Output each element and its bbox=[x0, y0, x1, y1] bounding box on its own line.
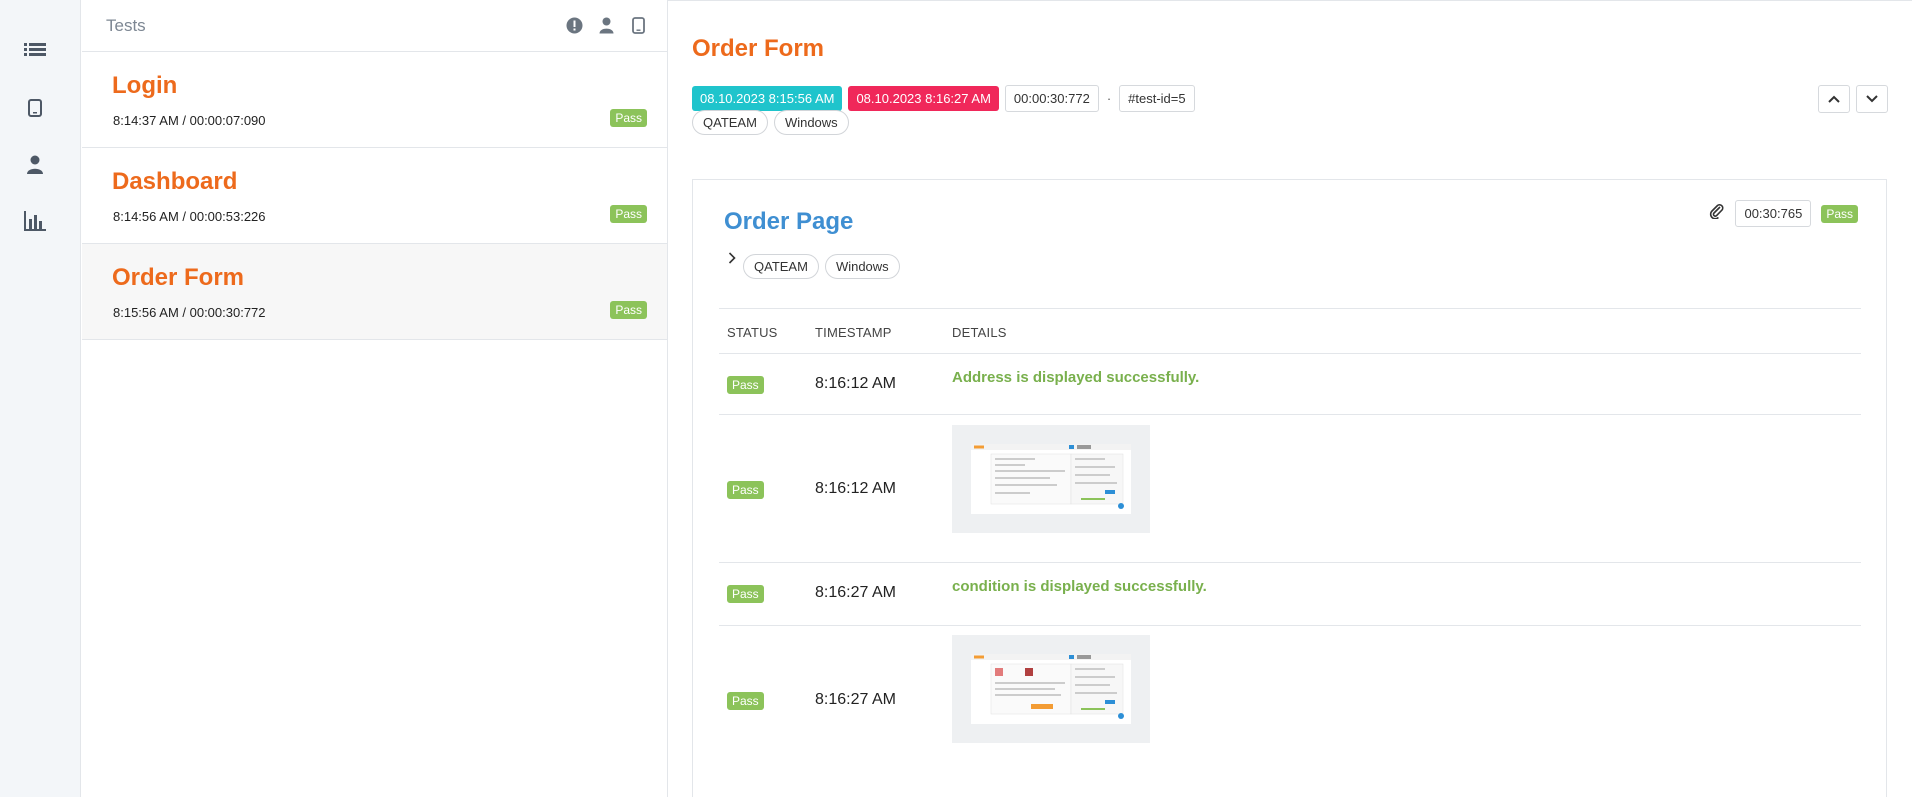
node-tags: QATEAM Windows bbox=[743, 254, 900, 279]
report-app: Tests Login 8:14:37 AM / 00:00:07:090 Pa… bbox=[0, 0, 1912, 797]
filter-icons bbox=[565, 16, 647, 34]
node-status-badge: Pass bbox=[1821, 204, 1858, 223]
status-column-header: STATUS bbox=[727, 325, 778, 340]
start-time-badge: 08.10.2023 8:15:56 AM bbox=[692, 86, 843, 111]
chevron-right-icon[interactable] bbox=[724, 250, 740, 266]
test-meta: 8:14:37 AM / 00:00:07:090 bbox=[113, 113, 266, 128]
node-title: Order Page bbox=[724, 208, 854, 235]
test-info-chips: 08.10.2023 8:15:56 AM 08.10.2023 8:16:27… bbox=[692, 85, 1195, 112]
test-navigation bbox=[1818, 85, 1888, 113]
test-title: Order Form bbox=[692, 35, 825, 62]
log-row: Pass 8:16:12 AM bbox=[719, 415, 1861, 563]
test-item-login[interactable]: Login 8:14:37 AM / 00:00:07:090 Pass bbox=[82, 52, 667, 148]
test-id-badge: #test-id=5 bbox=[1119, 85, 1195, 112]
test-name: Order Form bbox=[112, 264, 245, 291]
chevron-up-icon bbox=[1828, 95, 1840, 103]
separator-dot: · bbox=[1106, 91, 1112, 106]
chevron-down-icon bbox=[1866, 95, 1878, 103]
log-row: Pass 8:16:12 AM Address is displayed suc… bbox=[719, 354, 1861, 415]
nav-rail bbox=[0, 0, 81, 797]
status-badge: Pass bbox=[727, 692, 764, 710]
log-table-header: STATUS TIMESTAMP DETAILS bbox=[719, 308, 1861, 354]
log-timestamp: 8:16:27 AM bbox=[815, 691, 896, 708]
duration-badge: 00:00:30:772 bbox=[1004, 85, 1099, 112]
test-item-order-form[interactable]: Order Form 8:15:56 AM / 00:00:30:772 Pas… bbox=[82, 244, 667, 340]
bar-chart-icon[interactable] bbox=[22, 208, 48, 234]
timestamp-column-header: TIMESTAMP bbox=[815, 325, 892, 340]
log-details: Address is displayed successfully. bbox=[952, 369, 1200, 386]
log-timestamp: 8:16:27 AM bbox=[815, 584, 896, 601]
test-list-title: Tests bbox=[106, 16, 146, 35]
tag-chip[interactable]: Windows bbox=[824, 254, 900, 279]
exclamation-circle-icon[interactable] bbox=[565, 16, 583, 34]
test-meta: 8:14:56 AM / 00:00:53:226 bbox=[113, 209, 266, 224]
log-row: Pass 8:16:27 AM bbox=[719, 626, 1861, 774]
status-badge: Pass bbox=[610, 205, 647, 223]
previous-test-button[interactable] bbox=[1818, 85, 1850, 113]
node-meta: 00:30:765 Pass bbox=[1709, 200, 1858, 227]
test-tags: QATEAM Windows bbox=[692, 110, 849, 135]
test-item-dashboard[interactable]: Dashboard 8:14:56 AM / 00:00:53:226 Pass bbox=[82, 148, 667, 244]
log-timestamp: 8:16:12 AM bbox=[815, 480, 896, 497]
screenshot-thumbnail[interactable] bbox=[952, 425, 1150, 533]
tag-chip[interactable]: QATEAM bbox=[692, 110, 768, 135]
user-icon[interactable] bbox=[22, 152, 48, 178]
user-icon[interactable] bbox=[597, 16, 615, 34]
end-time-badge: 08.10.2023 8:16:27 AM bbox=[848, 86, 999, 111]
status-badge: Pass bbox=[610, 109, 647, 127]
test-list-header: Tests bbox=[82, 0, 667, 52]
test-meta: 8:15:56 AM / 00:00:30:772 bbox=[113, 305, 266, 320]
status-badge: Pass bbox=[727, 585, 764, 603]
tag-chip[interactable]: QATEAM bbox=[743, 254, 819, 279]
log-timestamp: 8:16:12 AM bbox=[815, 375, 896, 392]
test-name: Login bbox=[112, 72, 178, 99]
test-node-card: Order Page 00:30:765 Pass QATEAM Windows… bbox=[692, 179, 1887, 797]
node-duration-badge: 00:30:765 bbox=[1735, 200, 1812, 227]
details-column-header: DETAILS bbox=[952, 325, 1007, 340]
list-icon[interactable] bbox=[22, 38, 48, 64]
next-test-button[interactable] bbox=[1856, 85, 1888, 113]
status-badge: Pass bbox=[727, 481, 764, 499]
status-badge: Pass bbox=[610, 301, 647, 319]
test-detail-panel: Order Form 08.10.2023 8:15:56 AM 08.10.2… bbox=[668, 0, 1912, 797]
test-name: Dashboard bbox=[112, 168, 238, 195]
test-list-panel: Tests Login 8:14:37 AM / 00:00:07:090 Pa… bbox=[82, 0, 668, 797]
status-badge: Pass bbox=[727, 376, 764, 394]
log-row: Pass 8:16:27 AM condition is displayed s… bbox=[719, 563, 1861, 626]
log-table: STATUS TIMESTAMP DETAILS Pass 8:16:12 AM… bbox=[719, 308, 1861, 774]
log-details: condition is displayed successfully. bbox=[952, 578, 1207, 595]
tag-chip[interactable]: Windows bbox=[773, 110, 849, 135]
tablet-icon[interactable] bbox=[22, 95, 48, 121]
screenshot-thumbnail[interactable] bbox=[952, 635, 1150, 743]
paperclip-icon[interactable] bbox=[1709, 203, 1725, 224]
tablet-icon[interactable] bbox=[629, 16, 647, 34]
